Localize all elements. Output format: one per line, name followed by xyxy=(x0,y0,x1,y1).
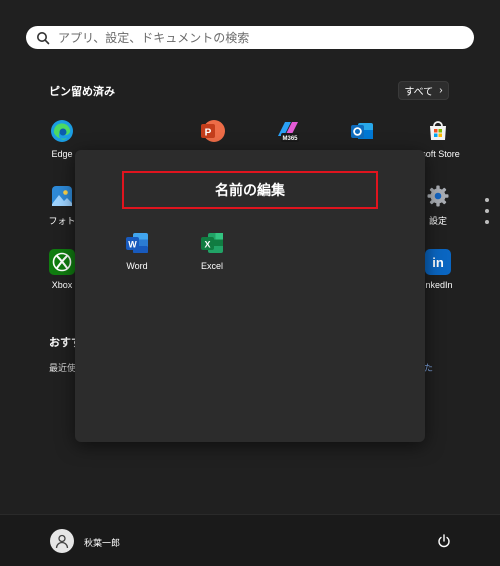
folder-app-label: Word xyxy=(126,261,148,271)
search-placeholder: アプリ、設定、ドキュメントの検索 xyxy=(58,31,250,45)
start-menu: アプリ、設定、ドキュメントの検索 ピン留め済み すべて › Edge P M36… xyxy=(0,0,500,566)
recommended-subtitle: 最近使 xyxy=(49,363,77,373)
folder-app-word[interactable]: W Word xyxy=(112,230,162,271)
folder-app-excel[interactable]: X Excel xyxy=(187,230,237,271)
powerpoint-icon: P xyxy=(199,118,225,144)
page-dots[interactable] xyxy=(484,198,490,231)
photos-icon xyxy=(49,183,75,209)
all-apps-label: すべて xyxy=(404,87,434,98)
search-icon xyxy=(37,31,50,44)
chevron-right-icon: › xyxy=(439,85,443,96)
settings-icon xyxy=(425,183,451,209)
m365-copilot-icon: M365 xyxy=(275,118,301,144)
word-letter: W xyxy=(128,240,137,250)
store-icon xyxy=(425,118,451,144)
linkedin-icon: in xyxy=(425,249,451,275)
word-icon: W xyxy=(124,230,150,256)
start-footer: 秋葉一郎 xyxy=(0,514,500,566)
pinned-title: ピン留め済み xyxy=(49,86,115,98)
page-dot[interactable] xyxy=(485,209,489,213)
svg-text:P: P xyxy=(205,128,212,139)
edge-icon xyxy=(49,118,75,144)
excel-icon: X xyxy=(199,230,225,256)
pinned-app-m365[interactable]: M365 xyxy=(258,118,318,149)
excel-letter: X xyxy=(204,240,210,250)
power-icon[interactable] xyxy=(437,534,451,548)
user-name[interactable]: 秋葉一郎 xyxy=(84,536,120,549)
recommended-link[interactable]: た xyxy=(424,361,433,374)
user-avatar-icon[interactable] xyxy=(50,529,74,553)
m365-badge: M365 xyxy=(282,136,298,142)
page-dot[interactable] xyxy=(485,220,489,224)
page-dot[interactable] xyxy=(485,198,489,202)
folder-name-field[interactable]: 名前の編集 xyxy=(122,171,378,209)
folder-app-label: Excel xyxy=(200,261,223,271)
xbox-icon xyxy=(49,249,75,275)
folder-panel: 名前の編集 W Word X Excel xyxy=(75,150,425,442)
pinned-app-outlook[interactable] xyxy=(332,118,392,149)
search-bar[interactable]: アプリ、設定、ドキュメントの検索 xyxy=(26,26,474,49)
all-apps-button[interactable]: すべて › xyxy=(398,81,449,100)
pinned-app-powerpoint[interactable]: P xyxy=(182,118,242,149)
outlook-icon xyxy=(349,118,375,144)
